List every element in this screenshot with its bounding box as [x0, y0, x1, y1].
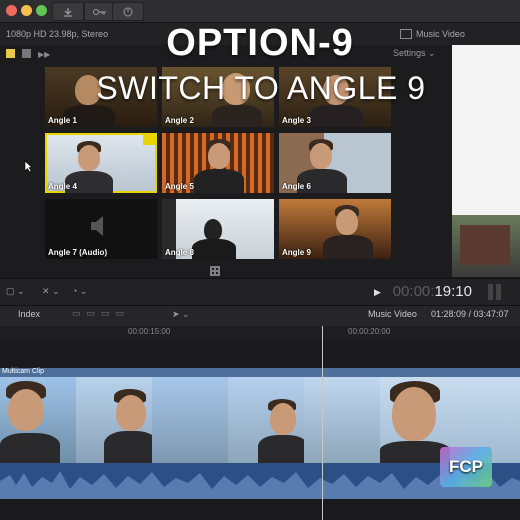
audio-switch-icon[interactable]: ▶▶ [38, 50, 50, 59]
angle-tile-5[interactable]: Angle 5 [162, 133, 274, 193]
video-switch-icon[interactable] [22, 49, 31, 58]
settings-label: Settings [393, 48, 426, 58]
minimize-window-button[interactable] [21, 5, 32, 16]
angle-tile-6[interactable]: Angle 6 [279, 133, 391, 193]
timecode-value: 19:10 [434, 283, 472, 300]
zoom-window-button[interactable] [36, 5, 47, 16]
angle-label: Angle 9 [282, 248, 311, 257]
grid-view-icon[interactable] [210, 266, 220, 276]
angle-tile-7[interactable]: Angle 7 (Audio) [45, 199, 157, 259]
angle-label: Angle 1 [48, 116, 77, 125]
timeline-project-name: Music Video [368, 309, 417, 319]
retime-menu[interactable]: ◔ ⌄ [72, 286, 87, 297]
audio-meter [488, 284, 493, 300]
viewer-icon [400, 29, 412, 39]
clip-label-bar: Multicam Clip [0, 368, 520, 377]
angle-label: Angle 7 (Audio) [48, 248, 108, 257]
key-icon [93, 8, 106, 15]
audio-meter [496, 284, 501, 300]
transform-menu[interactable]: ✕ ⌄ [42, 286, 60, 297]
select-tool-menu[interactable]: ➤ ⌄ [172, 309, 190, 320]
close-window-button[interactable] [6, 5, 17, 16]
angle-label: Angle 8 [165, 248, 194, 257]
fcp-text: FCP [449, 457, 483, 476]
fcp-logo: FCP [440, 447, 492, 487]
ruler-mark: 00:00:15:00 [128, 327, 171, 336]
angle-label: Angle 5 [165, 182, 194, 191]
mouse-cursor-icon [24, 160, 33, 173]
speaker-icon [91, 216, 103, 236]
crop-menu[interactable]: ▢ ⌄ [6, 286, 25, 297]
play-icon[interactable]: ▶ [374, 287, 381, 298]
angle-tile-9[interactable]: Angle 9 [279, 199, 391, 259]
edit-buttons[interactable]: ▭▭▭▭ [72, 308, 130, 319]
active-angle-badge [143, 135, 155, 145]
checkmark-circle-icon [123, 7, 133, 16]
import-button[interactable] [52, 2, 84, 21]
clip-name: Multicam Clip [2, 368, 45, 375]
project-name-label: Music Video [416, 29, 465, 39]
timeline-ruler[interactable] [0, 326, 520, 341]
timeline-position: 01:28:09 / 03:47:07 [431, 309, 509, 319]
download-arrow-icon [64, 7, 72, 17]
playhead[interactable] [322, 326, 323, 520]
background-tasks-button[interactable] [112, 2, 144, 21]
overlay-subtitle: SWITCH TO ANGLE 9 [96, 70, 426, 106]
angle-label: Angle 4 [48, 182, 77, 191]
angle-tile-8[interactable]: Angle 8 [162, 199, 274, 259]
angle-label: Angle 2 [165, 116, 194, 125]
overlay-title: OPTION-9 [166, 22, 354, 64]
chevron-down-icon: ⌄ [428, 48, 436, 58]
timecode-dim: 00:00: [392, 283, 435, 300]
format-label: 1080p HD 23.98p, Stereo [6, 29, 109, 39]
settings-menu[interactable]: Settings ⌄ [393, 48, 436, 59]
angle-editor-icon[interactable] [6, 49, 15, 58]
ruler-mark: 00:00:20:00 [348, 327, 391, 336]
angle-label: Angle 3 [282, 116, 311, 125]
angle-tile-4[interactable]: Angle 4 [45, 133, 157, 193]
angle-label: Angle 6 [282, 182, 311, 191]
index-button[interactable]: Index [18, 309, 40, 319]
timecode-display: 00:00:19:10 [393, 283, 472, 300]
side-preview [452, 45, 520, 277]
